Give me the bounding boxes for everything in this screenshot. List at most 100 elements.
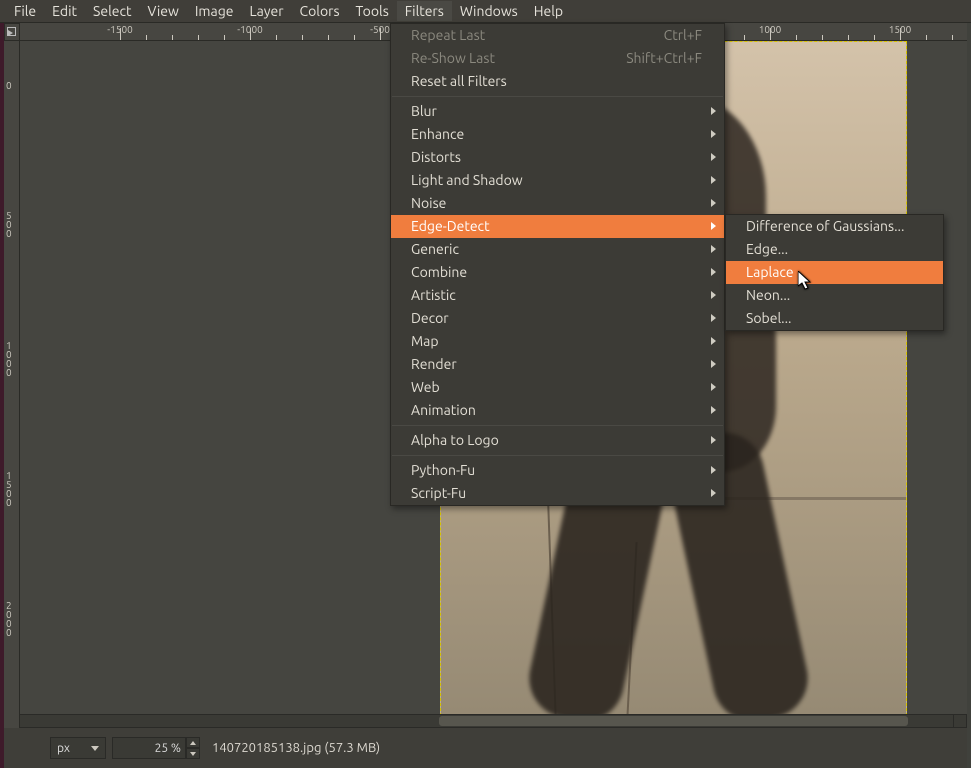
menu-item-label: Neon... — [746, 287, 790, 303]
chevron-right-icon — [711, 466, 716, 474]
chevron-right-icon — [711, 199, 716, 207]
menu-layer[interactable]: Layer — [241, 1, 291, 21]
menu-tools[interactable]: Tools — [348, 1, 397, 21]
chevron-right-icon — [711, 436, 716, 444]
menu-item-noise[interactable]: Noise — [391, 192, 724, 215]
zoom-input[interactable]: 25 % — [112, 737, 186, 759]
menu-item-label: Combine — [411, 264, 467, 280]
hscroll-right-button[interactable] — [939, 715, 953, 727]
zoom-up-button[interactable] — [186, 737, 200, 748]
menu-item-label: Light and Shadow — [411, 172, 523, 188]
ruler-v-label: 2000 — [6, 601, 12, 637]
ruler-v-label: 1000 — [6, 341, 12, 377]
menu-item-edge[interactable]: Edge... — [726, 238, 943, 261]
chevron-right-icon — [711, 176, 716, 184]
menu-item-script-fu[interactable]: Script-Fu — [391, 482, 724, 505]
menu-item-label: Re-Show Last — [411, 50, 495, 66]
chevron-right-icon — [711, 314, 716, 322]
menu-help[interactable]: Help — [526, 1, 571, 21]
menu-item-difference-of-gaussians[interactable]: Difference of Gaussians... — [726, 215, 943, 238]
menu-select[interactable]: Select — [85, 1, 139, 21]
menu-item-label: Render — [411, 356, 457, 372]
menu-item-repeat-last: Repeat Last Ctrl+F — [391, 24, 724, 47]
menu-item-python-fu[interactable]: Python-Fu — [391, 459, 724, 482]
menu-item-label: Blur — [411, 103, 437, 119]
menu-item-web[interactable]: Web — [391, 376, 724, 399]
hscrollbar[interactable] — [20, 714, 953, 728]
menu-item-label: Script-Fu — [411, 485, 466, 501]
menu-item-generic[interactable]: Generic — [391, 238, 724, 261]
zoom-down-button[interactable] — [186, 748, 200, 759]
chevron-right-icon — [711, 107, 716, 115]
menu-item-label: Edge-Detect — [411, 218, 490, 234]
chevron-right-icon — [711, 130, 716, 138]
menu-separator — [392, 425, 723, 426]
menu-item-label: Reset all Filters — [411, 73, 507, 89]
menu-item-label: Animation — [411, 402, 476, 418]
canvas-nav-button[interactable] — [953, 714, 967, 728]
menu-item-sobel[interactable]: Sobel... — [726, 307, 943, 330]
chevron-right-icon — [711, 360, 716, 368]
chevron-right-icon — [711, 222, 716, 230]
menu-item-light-and-shadow[interactable]: Light and Shadow — [391, 169, 724, 192]
edge-detect-submenu[interactable]: Difference of Gaussians... Edge... Laplace… — [725, 214, 944, 331]
chevron-right-icon — [711, 383, 716, 391]
menu-item-combine[interactable]: Combine — [391, 261, 724, 284]
menu-item-decor[interactable]: Decor — [391, 307, 724, 330]
menu-view[interactable]: View — [139, 1, 186, 21]
menu-item-label: Repeat Last — [411, 27, 485, 43]
menu-item-neon[interactable]: Neon... — [726, 284, 943, 307]
menu-bar: FileEditSelectViewImageLayerColorsToolsF… — [0, 0, 971, 23]
menu-item-label: Alpha to Logo — [411, 432, 499, 448]
menu-edit[interactable]: Edit — [44, 1, 85, 21]
menu-item-blur[interactable]: Blur — [391, 100, 724, 123]
menu-item-accel: Shift+Ctrl+F — [626, 47, 702, 70]
unit-selector[interactable]: px — [50, 737, 106, 759]
menu-colors[interactable]: Colors — [292, 1, 348, 21]
status-filename: 140720185138.jpg (57.3 MB) — [212, 741, 380, 755]
menu-filters[interactable]: Filters — [397, 1, 452, 21]
menu-item-label: Generic — [411, 241, 459, 257]
menu-separator — [392, 455, 723, 456]
ruler-origin-corner[interactable] — [4, 23, 20, 41]
menu-item-distorts[interactable]: Distorts — [391, 146, 724, 169]
hscroll-thumb[interactable] — [439, 716, 908, 726]
menu-item-enhance[interactable]: Enhance — [391, 123, 724, 146]
chevron-right-icon — [711, 153, 716, 161]
unit-value: px — [57, 742, 70, 755]
menu-item-map[interactable]: Map — [391, 330, 724, 353]
menu-item-label: Difference of Gaussians... — [746, 218, 904, 234]
menu-item-label: Map — [411, 333, 439, 349]
menu-item-edge-detect[interactable]: Edge-Detect — [391, 215, 724, 238]
menu-item-animation[interactable]: Animation — [391, 399, 724, 422]
menu-item-label: Noise — [411, 195, 446, 211]
ruler-v-label: 500 — [6, 211, 12, 238]
menu-item-label: Edge... — [746, 241, 788, 257]
menu-item-label: Decor — [411, 310, 449, 326]
menu-item-label: Python-Fu — [411, 462, 475, 478]
menu-file[interactable]: File — [6, 1, 44, 21]
menu-item-accel: Ctrl+F — [664, 24, 702, 47]
menu-item-reset-all-filters[interactable]: Reset all Filters — [391, 70, 724, 93]
menu-item-label: Enhance — [411, 126, 464, 142]
menu-windows[interactable]: Windows — [452, 1, 526, 21]
menu-item-re-show-last: Re-Show Last Shift+Ctrl+F — [391, 47, 724, 70]
hscroll-left-button[interactable] — [20, 715, 34, 727]
menu-item-render[interactable]: Render — [391, 353, 724, 376]
menu-item-label: Laplace — [746, 264, 794, 280]
ruler-v-label: 0 — [6, 81, 12, 90]
ruler-vertical[interactable]: 0500100015002000 — [4, 41, 20, 728]
menu-image[interactable]: Image — [187, 1, 242, 21]
menu-item-alpha-to-logo[interactable]: Alpha to Logo — [391, 429, 724, 452]
menu-item-laplace[interactable]: Laplace — [726, 261, 943, 284]
chevron-right-icon — [711, 268, 716, 276]
chevron-right-icon — [711, 337, 716, 345]
menu-item-artistic[interactable]: Artistic — [391, 284, 724, 307]
menu-item-label: Artistic — [411, 287, 456, 303]
status-bar: px 25 % 140720185138.jpg (57.3 MB) — [4, 728, 967, 768]
filters-menu[interactable]: Repeat Last Ctrl+F Re-Show Last Shift+Ctrl+… — [390, 23, 725, 506]
zoom-spin[interactable] — [186, 737, 200, 759]
chevron-right-icon — [711, 489, 716, 497]
chevron-down-icon — [91, 746, 99, 751]
chevron-right-icon — [711, 406, 716, 414]
